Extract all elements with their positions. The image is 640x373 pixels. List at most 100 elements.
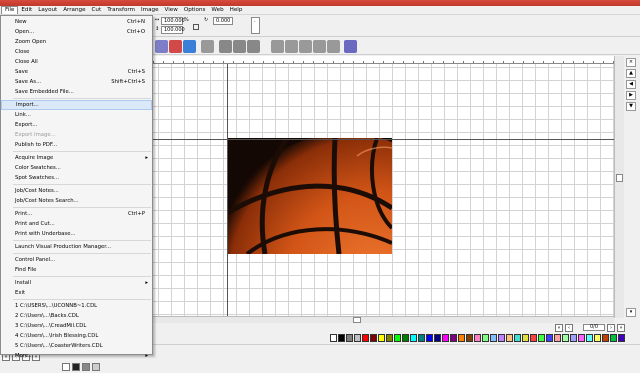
file-menu-item[interactable]: Install ▸ [1,278,152,288]
menu-arrange[interactable]: Arrange [60,6,88,15]
width-field[interactable]: 100.000 [161,17,185,25]
palette-swatch[interactable] [466,334,473,342]
file-menu-item[interactable]: 3 C:\Users\...\CreadMil.CDL [1,321,152,331]
menu-options[interactable]: Options [181,6,209,15]
palette-swatch[interactable] [482,334,489,342]
file-menu-item[interactable]: 5 C:\Users\...\CoasterWriters.CDL [1,341,152,351]
menu-edit[interactable]: Edit [18,6,35,15]
swatch-black[interactable] [72,363,80,371]
rotation-field[interactable]: 0.000 [213,17,233,25]
menu-cut[interactable]: Cut [89,6,105,15]
fill-tool-icon[interactable] [183,40,196,53]
file-menu-item[interactable]: Close All [1,57,152,67]
file-menu-item[interactable]: Publish to PDF... [1,140,152,150]
shape-tool-icon[interactable] [201,40,214,53]
palette-swatch[interactable] [458,334,465,342]
menu-view[interactable]: View [162,6,181,15]
palette-swatch[interactable] [386,334,393,342]
side-bottom-icon[interactable]: ▾ [626,308,636,317]
file-menu-item[interactable]: Find File [1,265,152,275]
file-menu-item[interactable]: Acquire Image ▸ [1,153,152,163]
palette-swatch[interactable] [402,334,409,342]
palette-swatch[interactable] [490,334,497,342]
side-arrow-up-icon[interactable]: ▲ [626,69,636,78]
swatch-light-gray[interactable] [92,363,100,371]
vertical-scroll-thumb[interactable] [616,174,623,182]
transform-origin-box[interactable]: . [251,17,260,34]
palette-swatch[interactable] [618,334,625,342]
palette-swatch[interactable] [602,334,609,342]
file-menu-item[interactable]: More... ▸ [1,351,152,361]
palette-swatch[interactable] [354,334,361,342]
prev-page-icon[interactable]: ‹ [565,324,573,332]
palette-swatch[interactable] [450,334,457,342]
next-page-icon[interactable]: › [607,324,615,332]
shortcut-tool-icon[interactable] [344,40,357,53]
file-menu-item[interactable]: Import... [1,100,152,110]
horizontal-scroll-thumb[interactable] [353,317,361,323]
arc-tool-icon[interactable] [299,40,312,53]
last-page-icon[interactable]: » [617,324,625,332]
palette-swatch[interactable] [554,334,561,342]
palette-swatch[interactable] [498,334,505,342]
node-tool-icon[interactable] [327,40,340,53]
horizontal-guide[interactable] [153,139,614,140]
palette-swatch[interactable] [530,334,537,342]
palette-swatch[interactable] [362,334,369,342]
file-menu-item[interactable]: Control Panel... [1,255,152,265]
palette-swatch[interactable] [578,334,585,342]
side-arrow-left-icon[interactable]: ◀ [626,80,636,89]
menu-transform[interactable]: Transform [104,6,138,15]
menu-file[interactable]: File [1,6,19,14]
file-menu-item[interactable]: Color Swatches... [1,163,152,173]
first-page-icon[interactable]: « [555,324,563,332]
swatch-white[interactable] [62,363,70,371]
palette-swatch[interactable] [426,334,433,342]
swatch-gray[interactable] [82,363,90,371]
palette-swatch[interactable] [378,334,385,342]
weld-tool-icon[interactable] [271,40,284,53]
import-image-tool-icon[interactable] [155,40,168,53]
palette-swatch[interactable] [514,334,521,342]
file-menu-item[interactable]: Zoom Open [1,37,152,47]
menu-layout[interactable]: Layout [35,6,60,15]
file-menu-item[interactable]: 2 C:\Users\...\Backs.CDL [1,311,152,321]
vertical-scrollbar[interactable] [614,56,624,318]
palette-swatch[interactable] [594,334,601,342]
menu-image[interactable]: Image [138,6,162,15]
palette-swatch[interactable] [338,334,345,342]
file-menu-item[interactable]: Launch Visual Production Manager... [1,242,152,252]
align-tool-icon[interactable] [219,40,232,53]
cut-path-tool-icon[interactable] [313,40,326,53]
palette-swatch[interactable] [394,334,401,342]
palette-swatch[interactable] [474,334,481,342]
file-menu-item[interactable]: Print with Underbase... [1,229,152,239]
file-menu-item[interactable]: Open... Ctrl+O [1,27,152,37]
lock-icon[interactable] [193,24,199,30]
file-menu-item[interactable]: Close [1,47,152,57]
palette-swatch[interactable] [418,334,425,342]
side-arrow-right-icon[interactable]: ▶ [626,91,636,100]
palette-swatch[interactable] [522,334,529,342]
file-menu-item[interactable]: Job/Cost Notes Search... [1,196,152,206]
design-canvas[interactable] [153,64,614,316]
file-menu-item[interactable]: Exit [1,288,152,298]
file-menu-item[interactable]: Save Embedded File... [1,87,152,97]
palette-swatch[interactable] [610,334,617,342]
palette-swatch[interactable] [538,334,545,342]
menu-help[interactable]: Help [227,6,246,15]
palette-swatch[interactable] [562,334,569,342]
height-field[interactable]: 100.000 [161,26,185,34]
group-tool-icon[interactable] [247,40,260,53]
vertical-guide[interactable] [227,64,228,316]
side-close-icon[interactable]: × [626,58,636,67]
file-menu-item[interactable]: 1 C:\USERS\...\UCONNB~1.CDL [1,301,152,311]
file-menu-item[interactable]: Print... Ctrl+P [1,209,152,219]
palette-swatch[interactable] [506,334,513,342]
horizontal-scrollbar[interactable] [153,316,614,323]
palette-swatch[interactable] [546,334,553,342]
file-menu-item[interactable]: Job/Cost Notes... [1,186,152,196]
palette-swatch[interactable] [570,334,577,342]
palette-swatch[interactable] [330,334,337,342]
palette-swatch[interactable] [410,334,417,342]
